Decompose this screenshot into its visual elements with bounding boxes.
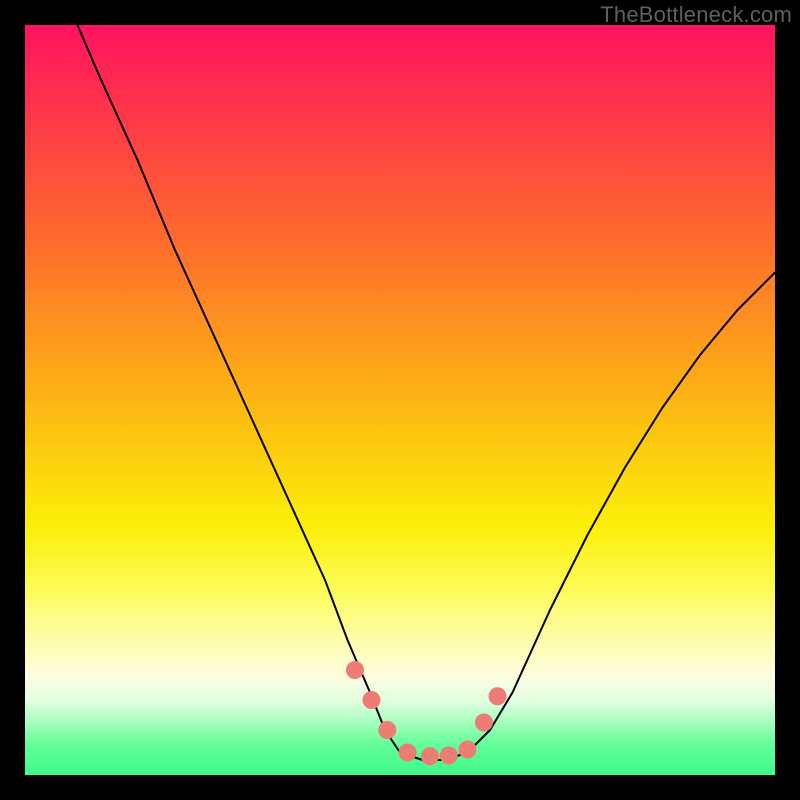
data-point — [363, 691, 381, 709]
data-point — [475, 714, 493, 732]
chart-frame: TheBottleneck.com — [0, 0, 800, 800]
data-point — [421, 747, 439, 765]
data-point — [459, 741, 477, 759]
data-point — [489, 687, 507, 705]
curve-line — [78, 25, 776, 760]
chart-svg — [25, 25, 775, 775]
data-point — [399, 744, 417, 762]
data-point — [378, 721, 396, 739]
data-point — [440, 747, 458, 765]
series-group — [78, 25, 776, 765]
plot-area — [25, 25, 775, 775]
data-point — [346, 661, 364, 679]
